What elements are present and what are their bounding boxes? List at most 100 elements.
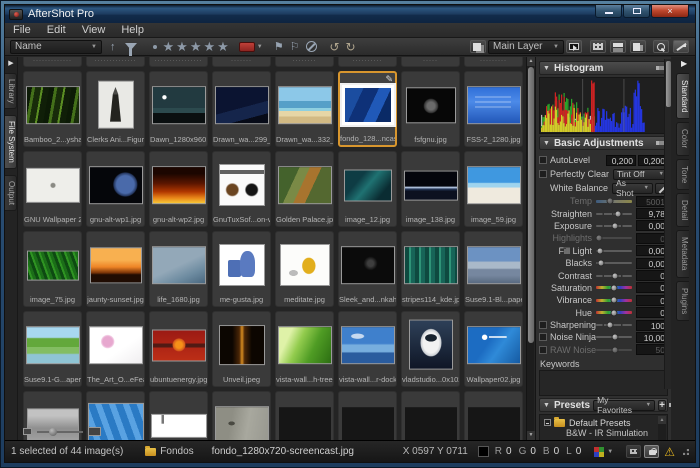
thumbnail-cell[interactable]: ················ bbox=[149, 57, 208, 67]
histogram-header[interactable]: ▼ Histogram bbox=[539, 61, 668, 75]
thumbnail-image[interactable] bbox=[153, 247, 205, 283]
tab-tone[interactable]: Tone bbox=[676, 159, 689, 190]
add-preset-button[interactable]: + bbox=[658, 400, 666, 411]
thumbnail-image[interactable] bbox=[342, 327, 394, 363]
slideshow-icon[interactable] bbox=[566, 40, 582, 53]
thumbnail-cell[interactable]: me-gusta.jpg bbox=[212, 231, 271, 307]
thumbnail-image[interactable] bbox=[27, 87, 79, 123]
slider-thumb[interactable] bbox=[607, 198, 614, 205]
star-rating-2-icon[interactable]: ★ bbox=[176, 39, 190, 55]
thumbnail-cell[interactable] bbox=[212, 391, 271, 440]
adjustment-slider[interactable] bbox=[596, 200, 632, 203]
filter-icon[interactable] bbox=[125, 43, 137, 50]
thumbnail-cell[interactable]: meditate.jpg bbox=[275, 231, 334, 307]
menu-file[interactable]: File bbox=[5, 23, 39, 38]
thumbnail-cell[interactable] bbox=[275, 391, 334, 440]
thumbnail-cell[interactable]: ubuntuenergy.jpg bbox=[149, 311, 208, 387]
menu-help[interactable]: Help bbox=[113, 23, 152, 38]
expand-right-icon[interactable]: ▶ bbox=[5, 57, 17, 67]
thumbnail-image[interactable] bbox=[152, 415, 206, 437]
thumbnail-cell[interactable]: image_12.jpg bbox=[338, 151, 397, 227]
thumbnail-cell[interactable] bbox=[401, 391, 460, 440]
title-bar[interactable]: AfterShot Pro × bbox=[5, 5, 695, 23]
slider-thumb[interactable] bbox=[611, 222, 618, 229]
thumbnail-image[interactable] bbox=[468, 87, 520, 123]
thumbnail-cell[interactable]: Golden Palace.jpg bbox=[275, 151, 334, 227]
thumbnail-cell[interactable]: gnu-alt-wp1.jpg bbox=[86, 151, 145, 227]
adjustment-slider[interactable] bbox=[596, 225, 632, 227]
adjustment-slider[interactable] bbox=[596, 275, 632, 277]
multi-image-view-icon[interactable] bbox=[590, 40, 606, 53]
star-rating-1-icon[interactable]: ★ bbox=[163, 39, 177, 55]
collapse-folder-icon[interactable] bbox=[544, 419, 551, 426]
slider-thumb[interactable] bbox=[607, 322, 614, 329]
tab-plugins[interactable]: Plugins bbox=[676, 281, 689, 321]
slider-thumb[interactable] bbox=[611, 297, 618, 304]
thumbnail-cell[interactable]: vista-wall...r-dock.jpg bbox=[338, 311, 397, 387]
thumbnail-image[interactable] bbox=[345, 170, 391, 200]
slider-thumb[interactable] bbox=[611, 309, 618, 316]
thumbnail-image[interactable] bbox=[216, 407, 268, 440]
thumbnail-cell[interactable]: ·········· bbox=[338, 57, 397, 67]
thumbnail-image[interactable] bbox=[216, 87, 268, 123]
adjustment-checkbox[interactable] bbox=[539, 321, 547, 329]
sort-by-select[interactable]: Name ▼ bbox=[10, 40, 102, 54]
thumbnail-image[interactable] bbox=[279, 87, 331, 123]
thumbnail-cell[interactable]: ······· bbox=[212, 57, 271, 67]
thumbnail-cell[interactable]: Clerks Ani...Figure.jpg bbox=[86, 71, 145, 147]
color-management-icon[interactable] bbox=[594, 447, 599, 452]
clear-flag-icon[interactable] bbox=[306, 41, 317, 52]
panel-scrollbar[interactable] bbox=[664, 59, 671, 389]
star-rating-3-icon[interactable]: ★ bbox=[190, 39, 204, 55]
thumbnail-cell[interactable] bbox=[464, 391, 523, 440]
flag-pick-icon[interactable]: ⚐ bbox=[290, 39, 300, 55]
expand-right-icon[interactable]: ▶ bbox=[671, 57, 695, 70]
thumbnail-cell[interactable]: ····· bbox=[401, 57, 460, 67]
keywords-input[interactable] bbox=[539, 370, 668, 396]
slider-thumb[interactable] bbox=[611, 346, 618, 353]
slider-thumb[interactable] bbox=[596, 247, 603, 254]
perfectly-clear-checkbox[interactable] bbox=[539, 170, 547, 178]
thumbnail-cell[interactable]: jaunty-sunset.jpg bbox=[86, 231, 145, 307]
thumbnail-size-slider[interactable] bbox=[37, 431, 83, 433]
thumbnail-cell[interactable]: Sleek_and...nkahn.jpg bbox=[338, 231, 397, 307]
thumbnail-image[interactable] bbox=[468, 407, 520, 440]
thumbnail-image[interactable] bbox=[407, 88, 455, 122]
thumbnail-image[interactable] bbox=[153, 87, 205, 123]
adjustment-slider[interactable] bbox=[596, 237, 632, 239]
adjustment-slider[interactable] bbox=[596, 286, 632, 289]
tab-standard[interactable]: Standard bbox=[676, 73, 689, 119]
thumbnail-cell[interactable] bbox=[149, 391, 208, 440]
no-rating-dot-icon[interactable] bbox=[153, 45, 157, 49]
adjustment-slider[interactable] bbox=[596, 250, 632, 252]
thumbnail-cell[interactable]: ·············· bbox=[86, 57, 145, 67]
thumbnail-cell[interactable]: GNU Wallpaper 2.jpg bbox=[23, 151, 82, 227]
thumbnail-cell[interactable]: fondo_128...ncast.jpg✎ bbox=[338, 71, 397, 147]
thumbnail-image[interactable] bbox=[281, 245, 329, 285]
thumbnail-cell[interactable]: Suse9.1-Bl...papers.jpg bbox=[464, 231, 523, 307]
star-rating-4-icon[interactable]: ★ bbox=[203, 39, 217, 55]
menu-edit[interactable]: Edit bbox=[39, 23, 74, 38]
flag-icon[interactable]: ⚑ bbox=[274, 39, 284, 55]
thumbnail-image[interactable] bbox=[468, 247, 520, 283]
thumbnail-image[interactable] bbox=[90, 327, 142, 363]
thumbnail-image[interactable] bbox=[91, 248, 141, 282]
thumbnail-cell[interactable]: image_138.jpg bbox=[401, 151, 460, 227]
slider-thumb[interactable] bbox=[595, 235, 602, 242]
thumbnail-image[interactable] bbox=[27, 169, 79, 202]
thumbnail-cell[interactable]: Drawn_wa...299_.jpg bbox=[212, 71, 271, 147]
thumbnail-cell[interactable]: Unveil.jpeg bbox=[212, 311, 271, 387]
thumbnail-cell[interactable]: vista-wall...h-tree.jpg bbox=[275, 311, 334, 387]
fullscreen-icon[interactable] bbox=[673, 40, 689, 53]
thumbnail-image[interactable] bbox=[279, 327, 331, 363]
thumbnail-cell[interactable]: Wallpaper02.jpg bbox=[464, 311, 523, 387]
maximize-button[interactable] bbox=[623, 5, 650, 18]
scroll-up-icon[interactable]: ▲ bbox=[658, 416, 666, 424]
preset-folder-row[interactable]: Default Presets bbox=[544, 417, 657, 428]
thumbnail-image[interactable] bbox=[27, 327, 79, 363]
tab-detail[interactable]: Detail bbox=[676, 193, 689, 227]
slider-thumb[interactable] bbox=[611, 272, 618, 279]
thumbnail-cell[interactable]: Suse9.1-G...apers.jpg bbox=[23, 311, 82, 387]
rotate-left-icon[interactable]: ↺ bbox=[329, 40, 339, 54]
tab-color[interactable]: Color bbox=[676, 122, 689, 155]
